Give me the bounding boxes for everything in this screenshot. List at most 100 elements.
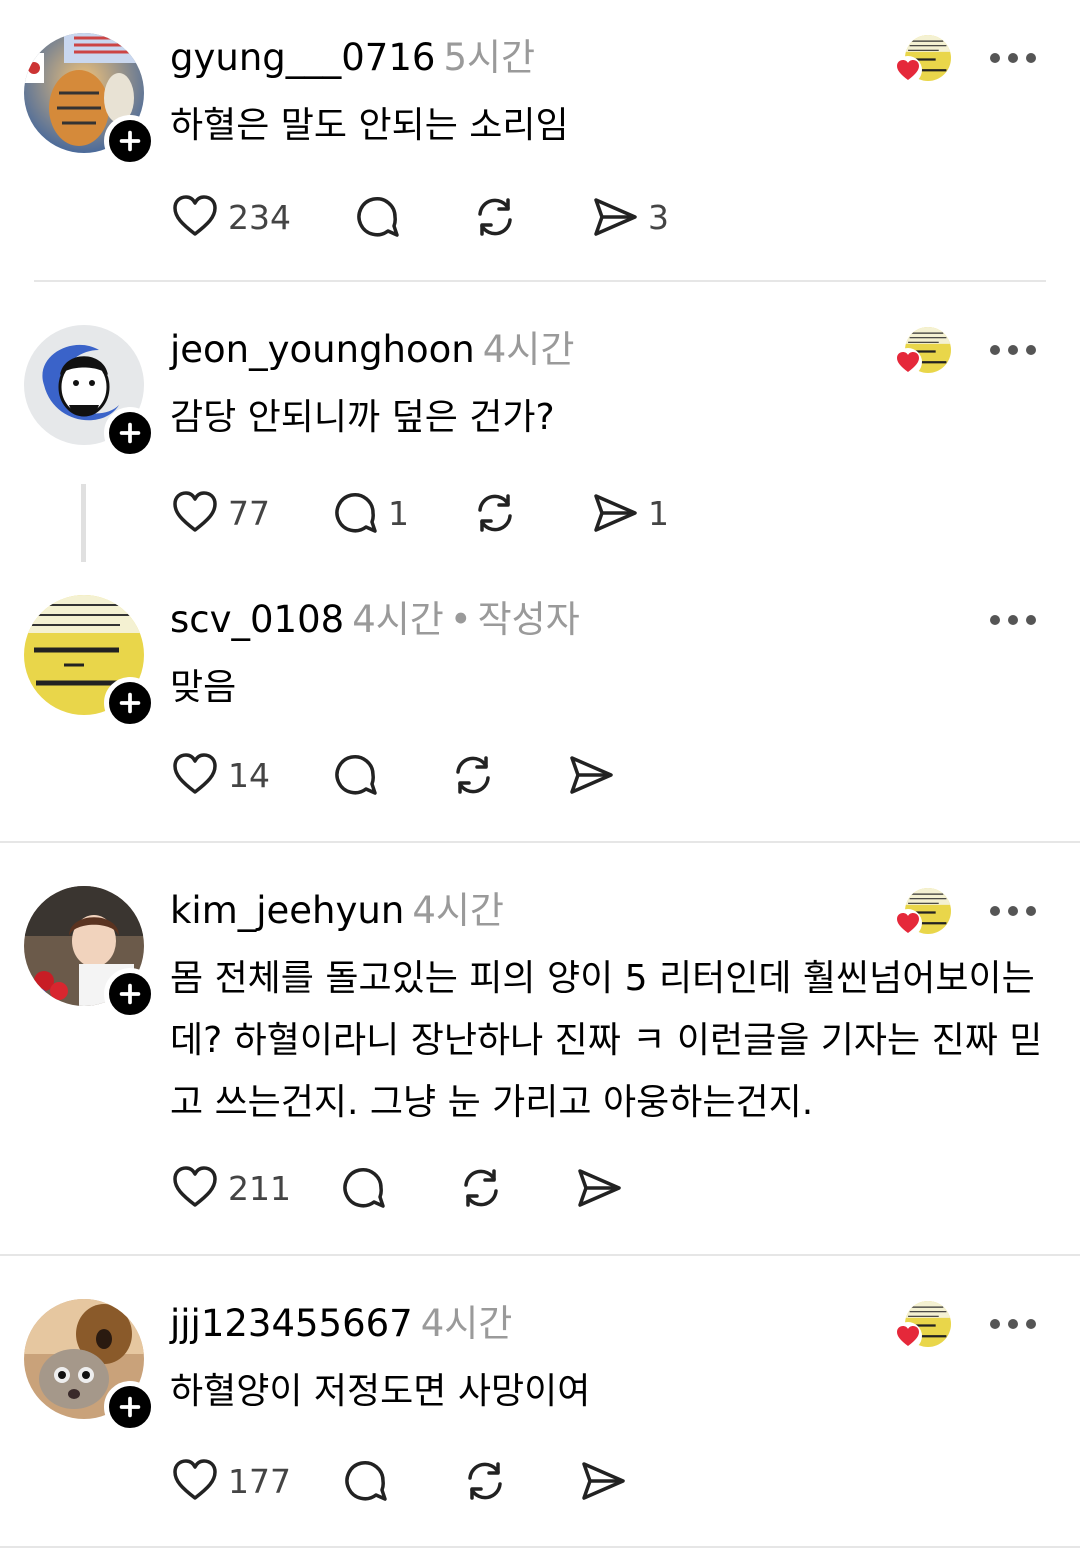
like-button[interactable]: 77 xyxy=(170,487,270,539)
action-bar: 234 3 xyxy=(170,191,770,243)
plus-icon xyxy=(116,419,144,447)
reply-button[interactable] xyxy=(340,1455,390,1507)
like-button[interactable]: 211 xyxy=(170,1162,291,1214)
heart-icon xyxy=(170,192,220,242)
comment-icon xyxy=(352,192,402,242)
more-options-icon[interactable] xyxy=(990,615,1036,629)
comment-text: 하혈양이 저정도면 사망이여 xyxy=(170,1371,591,1412)
repost-button[interactable] xyxy=(460,1455,510,1507)
reply-button[interactable] xyxy=(330,749,380,801)
heart-icon xyxy=(893,55,923,85)
more-options-icon[interactable] xyxy=(990,345,1036,359)
more-options-icon[interactable] xyxy=(990,906,1036,920)
post-header: scv_0108 4시간 • 작성자 xyxy=(170,595,580,645)
post-header: gyung___0716 5시간 xyxy=(170,33,535,83)
divider xyxy=(34,280,1046,282)
repost-icon xyxy=(448,750,498,800)
repost-button[interactable] xyxy=(456,1162,506,1214)
repost-icon xyxy=(470,192,520,242)
more-options-icon[interactable] xyxy=(990,53,1036,67)
heart-icon xyxy=(170,488,220,538)
like-count: 234 xyxy=(228,197,291,237)
username[interactable]: jjj123455667 xyxy=(170,1302,413,1345)
action-bar: 77 1 1 xyxy=(170,487,770,539)
share-count: 3 xyxy=(648,197,669,237)
timestamp: 4시간 xyxy=(420,1302,513,1345)
heart-icon xyxy=(893,908,923,938)
plus-icon xyxy=(116,980,144,1008)
action-bar: 177 xyxy=(170,1455,770,1507)
share-button[interactable] xyxy=(578,1455,628,1507)
divider xyxy=(0,1254,1080,1256)
share-button[interactable] xyxy=(574,1162,624,1214)
follow-button[interactable] xyxy=(104,407,156,459)
divider xyxy=(0,1546,1080,1548)
comment-text: 하혈은 말도 안되는 소리임 xyxy=(170,105,569,146)
thread-line xyxy=(81,484,86,562)
repost-icon xyxy=(460,1456,510,1506)
share-icon xyxy=(590,488,640,538)
comment-icon xyxy=(338,1163,388,1213)
share-button[interactable] xyxy=(566,749,616,801)
plus-icon xyxy=(116,689,144,717)
post-header: jeon_younghoon 4시간 xyxy=(170,325,574,375)
author-label: 작성자 xyxy=(477,598,580,641)
comment-text: 맞음 xyxy=(170,667,237,708)
heart-icon xyxy=(170,1163,220,1213)
repost-button[interactable] xyxy=(448,749,498,801)
repost-button[interactable] xyxy=(470,191,520,243)
like-count: 177 xyxy=(228,1461,291,1501)
liked-by-author-indicator xyxy=(893,327,953,387)
divider xyxy=(0,841,1080,843)
share-icon xyxy=(578,1456,628,1506)
separator-dot: • xyxy=(449,598,472,641)
comment-icon xyxy=(330,750,380,800)
username[interactable]: kim_jeehyun xyxy=(170,889,404,932)
share-icon xyxy=(566,750,616,800)
action-bar: 211 xyxy=(170,1162,770,1214)
plus-icon xyxy=(116,127,144,155)
follow-button[interactable] xyxy=(104,115,156,167)
repost-button[interactable] xyxy=(470,487,520,539)
like-count: 211 xyxy=(228,1168,291,1208)
plus-icon xyxy=(116,1393,144,1421)
repost-icon xyxy=(470,488,520,538)
heart-icon xyxy=(170,1456,220,1506)
liked-by-author-indicator xyxy=(893,888,953,948)
username[interactable]: gyung___0716 xyxy=(170,36,435,79)
share-button[interactable]: 1 xyxy=(590,487,669,539)
reply-count: 1 xyxy=(388,493,409,533)
post-header: kim_jeehyun 4시간 xyxy=(170,886,504,936)
comment-text: 몸 전체를 돌고있는 피의 양이 5 리터인데 훨씬넘어보이는데? 하혈이라니 … xyxy=(170,958,1043,1123)
repost-icon xyxy=(456,1163,506,1213)
like-button[interactable]: 14 xyxy=(170,749,270,801)
liked-by-author-indicator xyxy=(893,1301,953,1361)
username[interactable]: jeon_younghoon xyxy=(170,328,475,371)
reply-button[interactable] xyxy=(338,1162,388,1214)
heart-icon xyxy=(893,347,923,377)
follow-button[interactable] xyxy=(104,677,156,729)
share-button[interactable]: 3 xyxy=(590,191,669,243)
like-button[interactable]: 177 xyxy=(170,1455,291,1507)
heart-icon xyxy=(170,750,220,800)
like-button[interactable]: 234 xyxy=(170,191,291,243)
action-bar: 14 xyxy=(170,749,770,801)
reply-button[interactable]: 1 xyxy=(330,487,409,539)
comment-icon xyxy=(340,1456,390,1506)
follow-button[interactable] xyxy=(104,968,156,1020)
timestamp: 4시간 xyxy=(352,598,444,641)
timestamp: 5시간 xyxy=(443,36,536,79)
timestamp: 4시간 xyxy=(412,889,504,932)
share-icon xyxy=(590,192,640,242)
comment-icon xyxy=(330,488,380,538)
share-icon xyxy=(574,1163,624,1213)
like-count: 77 xyxy=(228,493,270,533)
heart-icon xyxy=(893,1321,923,1351)
follow-button[interactable] xyxy=(104,1381,156,1433)
timestamp: 4시간 xyxy=(482,328,575,371)
more-options-icon[interactable] xyxy=(990,1319,1036,1333)
like-count: 14 xyxy=(228,755,270,795)
comment-text: 감당 안되니까 덮은 건가? xyxy=(170,397,555,438)
username[interactable]: scv_0108 xyxy=(170,598,344,641)
reply-button[interactable] xyxy=(352,191,402,243)
